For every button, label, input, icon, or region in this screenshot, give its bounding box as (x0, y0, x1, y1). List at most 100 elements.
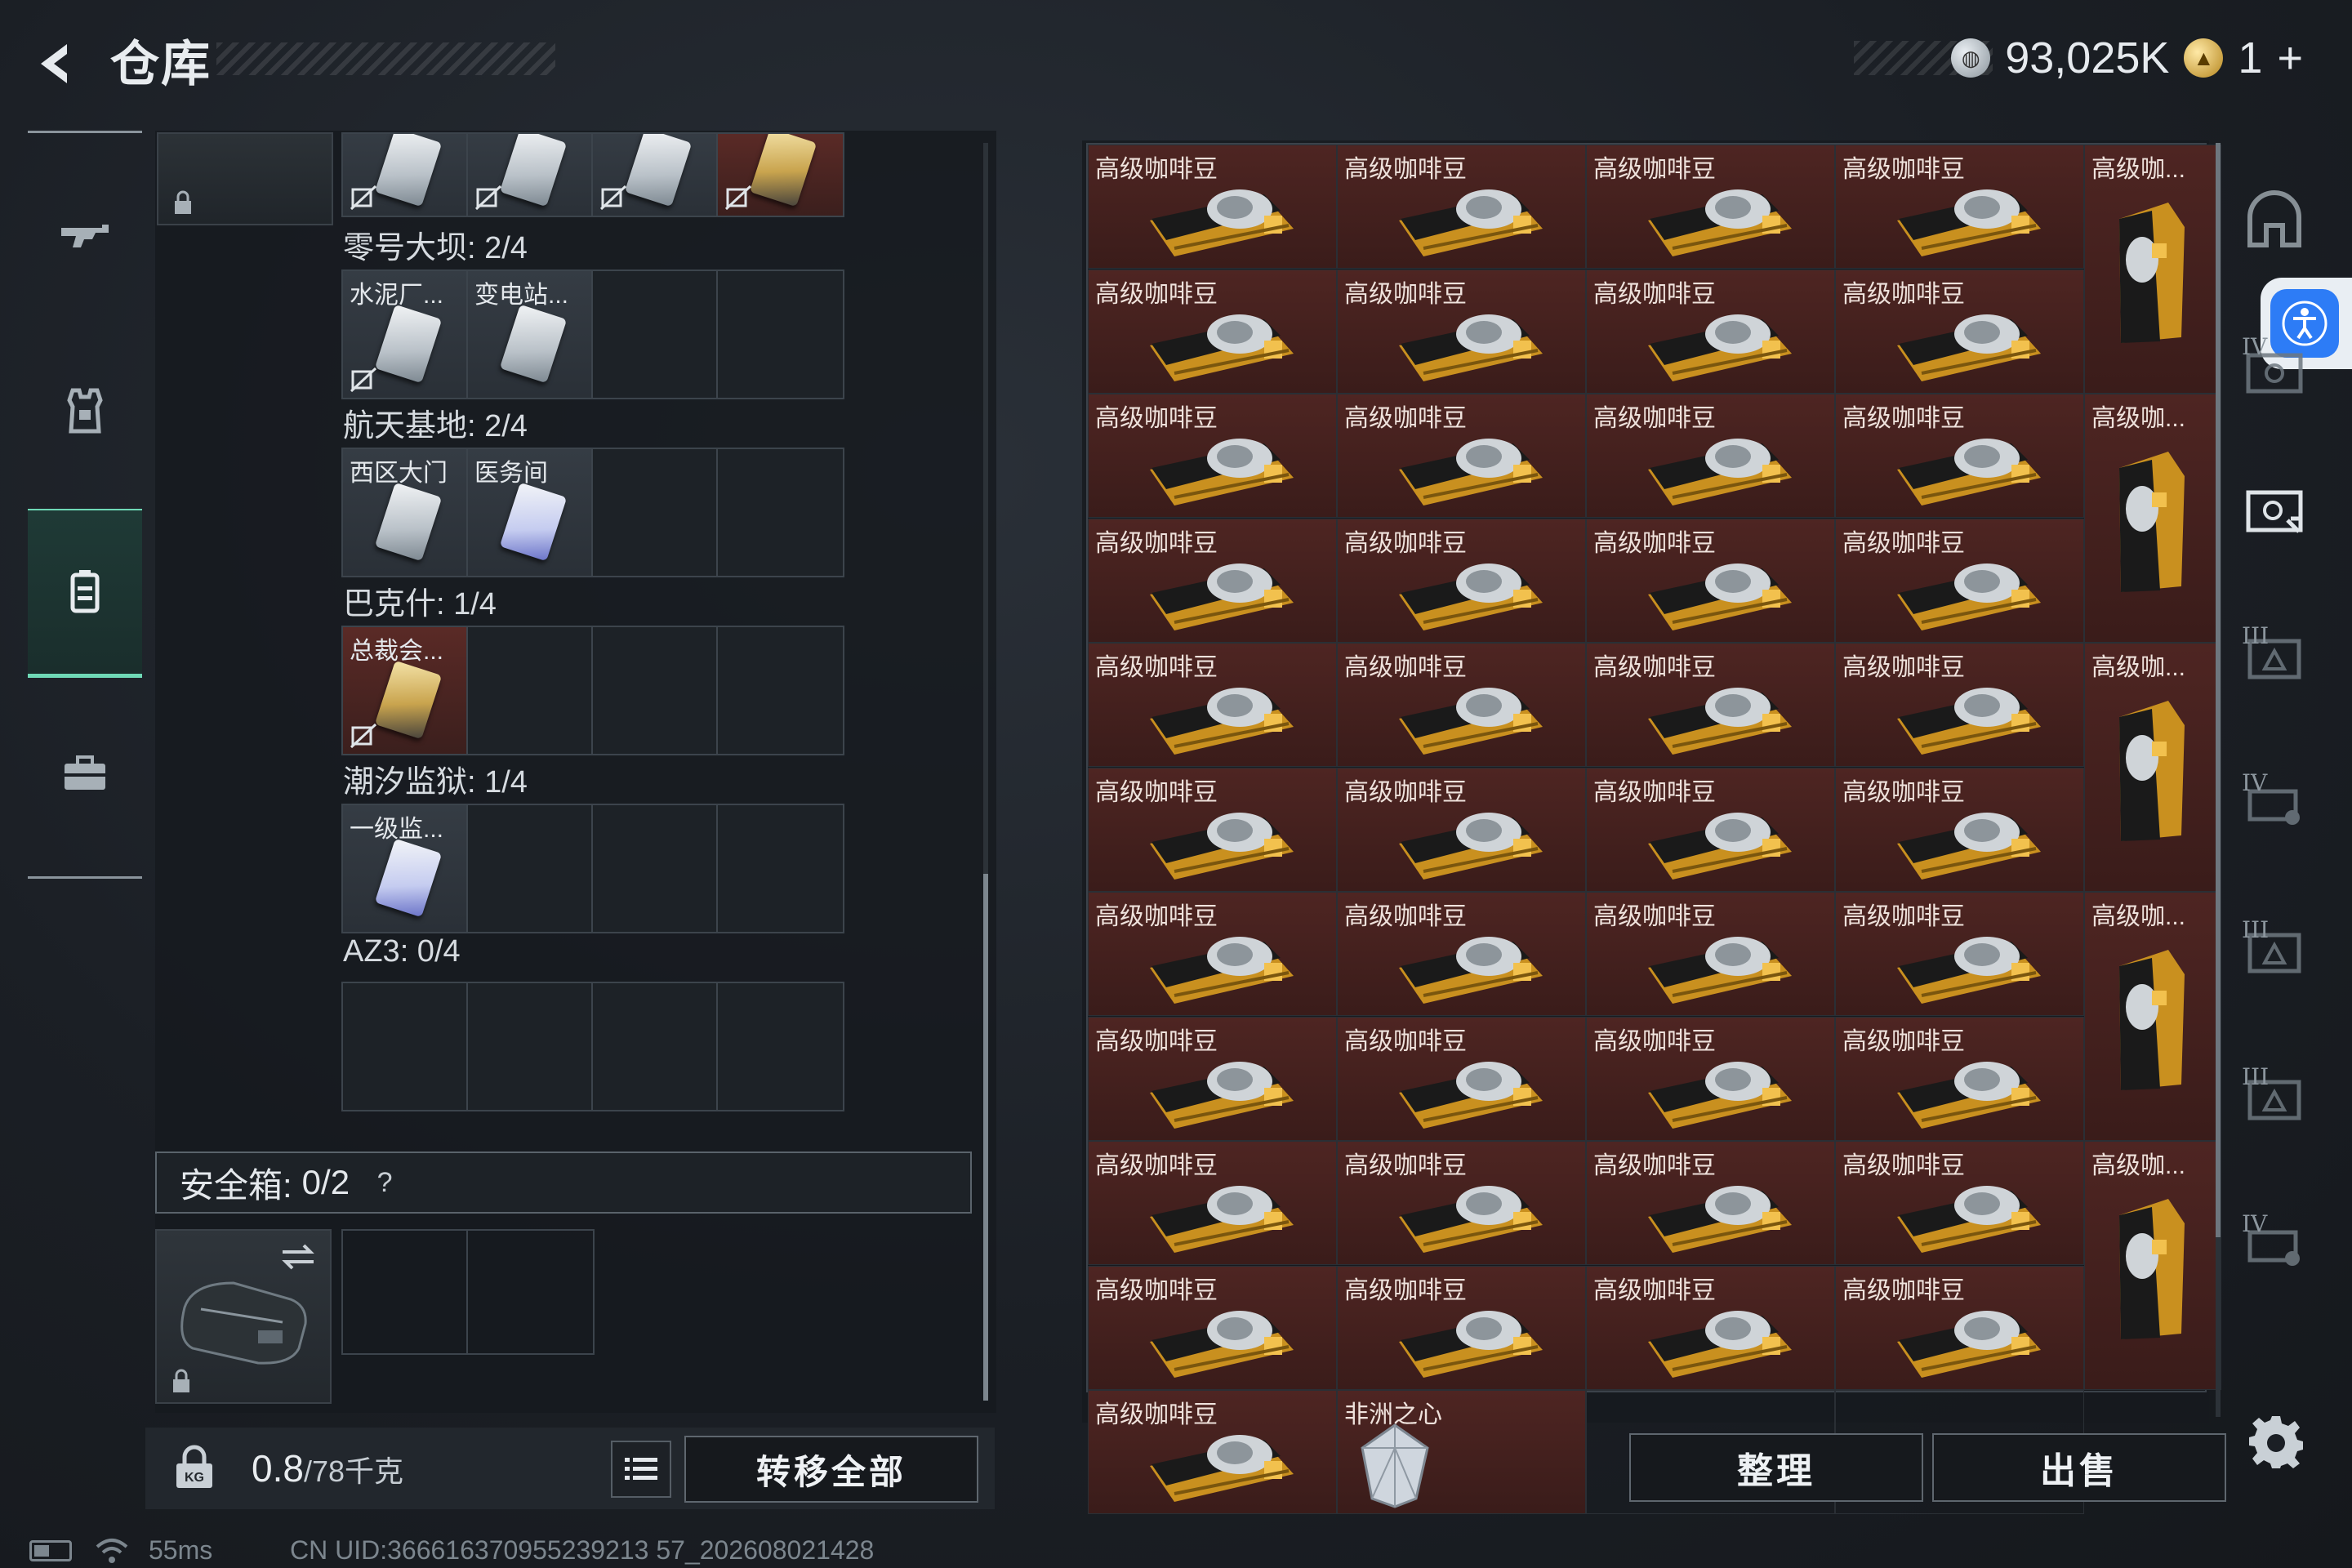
help-icon[interactable]: ? (368, 1165, 402, 1200)
coffee-bag-item[interactable]: 高级咖啡豆 (1337, 767, 1586, 892)
coffee-bag-image (1648, 1310, 1792, 1378)
inventory-scrollbar-thumb[interactable] (983, 874, 988, 1401)
stash-tab-3[interactable] (2234, 470, 2315, 551)
coffee-bag-item[interactable]: 高级咖啡豆 (1088, 767, 1337, 892)
keycard-slot[interactable]: 医务间 (468, 449, 593, 576)
coffee-bag-item[interactable]: 高级咖啡豆 (1835, 394, 2084, 518)
coffee-bag-item[interactable]: 高级咖啡豆 (1586, 269, 1835, 394)
coffee-bag-tall-item[interactable]: 高级咖... (2084, 394, 2221, 643)
back-button[interactable] (24, 31, 90, 96)
keycard-slot[interactable] (593, 134, 718, 216)
coffee-bag-item[interactable]: 高级咖啡豆 (1835, 518, 2084, 643)
empty-slot[interactable] (718, 983, 843, 1110)
coffee-bag-item[interactable]: 高级咖啡豆 (1337, 643, 1586, 767)
empty-slot[interactable] (468, 983, 593, 1110)
coffee-bag-item[interactable]: 高级咖啡豆 (1835, 1016, 2084, 1141)
empty-slot[interactable] (593, 805, 718, 932)
swap-icon[interactable] (278, 1241, 318, 1273)
gem-item[interactable]: 非洲之心 (1337, 1390, 1586, 1514)
empty-slot[interactable] (468, 1231, 593, 1353)
coffee-bag-item[interactable]: 高级咖啡豆 (1337, 394, 1586, 518)
keycard-slot[interactable]: 总裁会... (343, 627, 468, 754)
coffee-bag-tall-item[interactable]: 高级咖... (2084, 643, 2221, 892)
coffee-bag-item[interactable]: 高级咖啡豆 (1586, 1016, 1835, 1141)
coffee-bag-item[interactable]: 高级咖啡豆 (1088, 145, 1337, 269)
nav-cases[interactable] (28, 693, 142, 856)
empty-slot[interactable] (343, 983, 468, 1110)
empty-slot[interactable] (593, 449, 718, 576)
empty-slot[interactable] (343, 1231, 468, 1353)
coffee-bag-item[interactable]: 高级咖啡豆 (1337, 1265, 1586, 1390)
coffee-bag-item[interactable]: 高级咖啡豆 (1586, 394, 1835, 518)
item-label: 高级咖啡豆 (1344, 1152, 1467, 1179)
coffee-bag-item[interactable]: 高级咖啡豆 (1337, 1016, 1586, 1141)
empty-slot[interactable] (718, 627, 843, 754)
coffee-bag-item[interactable]: 高级咖啡豆 (1337, 269, 1586, 394)
coffee-bag-item[interactable]: 高级咖啡豆 (1337, 518, 1586, 643)
coffee-bag-tall-item[interactable]: 高级咖... (2084, 892, 2221, 1141)
organize-button[interactable]: 整理 (1629, 1433, 1923, 1502)
coffee-bag-item[interactable]: 高级咖啡豆 (1835, 643, 2084, 767)
coffee-bag-item[interactable]: 高级咖啡豆 (1088, 1016, 1337, 1141)
coffee-bag-item[interactable]: 高级咖啡豆 (1835, 1141, 2084, 1265)
coffee-bag-item[interactable]: 高级咖啡豆 (1835, 892, 2084, 1016)
coffee-bag-item[interactable]: 高级咖啡豆 (1586, 1141, 1835, 1265)
empty-slot[interactable] (593, 983, 718, 1110)
coffee-bag-item[interactable]: 高级咖啡豆 (1088, 518, 1337, 643)
sell-button[interactable]: 出售 (1932, 1433, 2226, 1502)
keycard-slot[interactable]: 一级监... (343, 805, 468, 932)
empty-slot[interactable] (718, 805, 843, 932)
item-label: 非洲之心 (1344, 1401, 1442, 1428)
coffee-bag-tall-item[interactable]: 高级咖... (2084, 1141, 2221, 1390)
safebox-tile[interactable] (155, 1229, 332, 1404)
settings-button[interactable] (2239, 1405, 2313, 1478)
coffee-bag-item[interactable]: 高级咖啡豆 (1586, 643, 1835, 767)
coffee-bag-item[interactable]: 高级咖啡豆 (1088, 892, 1337, 1016)
coffee-bag-item[interactable]: 高级咖啡豆 (1835, 767, 2084, 892)
coffee-bag-item[interactable]: 高级咖啡豆 (1088, 1265, 1337, 1390)
transfer-all-button[interactable]: 转移全部 (684, 1436, 978, 1503)
coffee-bag-item[interactable]: 高级咖啡豆 (1835, 145, 2084, 269)
coffee-bag-item[interactable]: 高级咖啡豆 (1088, 394, 1337, 518)
keycard-holder-tile[interactable] (157, 132, 333, 225)
coffee-bag-tall-item[interactable]: 高级咖... (2084, 145, 2221, 394)
tier-label: III (2242, 622, 2270, 649)
coffee-bag-image (1648, 1186, 1792, 1253)
coffee-bag-item[interactable]: 高级咖啡豆 (1586, 767, 1835, 892)
coffee-bag-item[interactable]: 高级咖啡豆 (1088, 269, 1337, 394)
coffee-bag-item[interactable]: 高级咖啡豆 (1337, 892, 1586, 1016)
coffee-bag-item[interactable]: 高级咖啡豆 (1586, 892, 1835, 1016)
empty-slot[interactable] (593, 271, 718, 398)
coffee-bag-item[interactable]: 高级咖啡豆 (1835, 269, 2084, 394)
keycard-image (374, 134, 443, 207)
empty-slot[interactable] (593, 627, 718, 754)
keycard-slot[interactable]: 水泥厂... (343, 271, 468, 398)
empty-slot[interactable] (468, 805, 593, 932)
keycard-slot[interactable]: 变电站... (468, 271, 593, 398)
keycard-slot[interactable] (718, 134, 843, 216)
add-premium-button[interactable]: + (2277, 33, 2303, 83)
coffee-bag-item[interactable]: 高级咖啡豆 (1835, 1265, 2084, 1390)
stash-tab-main[interactable] (2234, 180, 2315, 261)
empty-slot[interactable] (468, 627, 593, 754)
coffee-bag-item[interactable]: 高级咖啡豆 (1088, 643, 1337, 767)
coffee-bag-item[interactable]: 高级咖啡豆 (1586, 1265, 1835, 1390)
coffee-bag-item[interactable]: 高级咖啡豆 (1088, 1141, 1337, 1265)
nav-backpack[interactable] (28, 509, 142, 678)
keycard-slot[interactable] (468, 134, 593, 216)
nav-weapons[interactable] (28, 154, 142, 317)
list-view-button[interactable] (611, 1441, 671, 1498)
nav-armor[interactable] (28, 329, 142, 492)
keycard-slot[interactable]: 西区大门 (343, 449, 468, 576)
item-label: 高级咖啡豆 (1344, 156, 1467, 183)
coffee-bag-item[interactable]: 高级咖啡豆 (1337, 1141, 1586, 1265)
coffee-bag-item[interactable]: 高级咖啡豆 (1586, 518, 1835, 643)
empty-slot[interactable] (718, 271, 843, 398)
keycard-image (374, 482, 443, 562)
stash-scrollbar-thumb[interactable] (2216, 143, 2221, 1237)
coffee-bag-item[interactable]: 高级咖啡豆 (1088, 1390, 1337, 1514)
coffee-bag-item[interactable]: 高级咖啡豆 (1586, 145, 1835, 269)
coffee-bag-item[interactable]: 高级咖啡豆 (1337, 145, 1586, 269)
keycard-slot[interactable] (343, 134, 468, 216)
empty-slot[interactable] (718, 449, 843, 576)
